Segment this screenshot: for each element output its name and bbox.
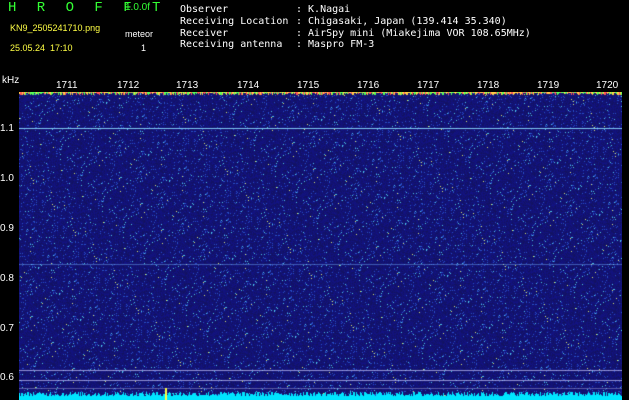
info-observer-label: Observer [180,4,229,15]
y-tick-0.9: 0.9 [0,223,14,234]
x-tick-1718: 1718 [477,80,500,91]
waterfall-canvas [19,92,622,400]
x-tick-1714: 1714 [237,80,260,91]
info-location-value: : Chigasaki, Japan (139.414 35.340) [296,16,507,27]
datetime-label: 25.05.24 17:10 [10,43,73,53]
info-antenna-value: : Maspro FM-3 [296,39,375,50]
version-label: 1.0.0f [125,2,151,13]
x-tick-1720: 1720 [596,80,619,91]
y-tick-0.6: 0.6 [0,372,14,383]
x-tick-1712: 1712 [117,80,140,91]
x-tick-1717: 1717 [417,80,440,91]
x-tick-1715: 1715 [297,80,320,91]
info-observer-value: : K.Nagai [296,4,351,15]
y-tick-0.8: 0.8 [0,273,14,284]
hroft-window: H R O F F T 1.0.0f KN9_2505241710.png me… [0,0,629,400]
y-tick-1.1: 1.1 [0,123,14,134]
x-tick-1719: 1719 [537,80,560,91]
waterfall-spectrogram [19,92,622,400]
filename-label: KN9_2505241710.png [10,23,101,33]
y-axis-unit: kHz [2,75,20,86]
meteor-label: meteor [125,29,154,39]
y-tick-1.0: 1.0 [0,173,14,184]
info-antenna-label: Receiving antenna [180,39,283,50]
y-tick-0.7: 0.7 [0,323,14,334]
info-location-label: Receiving Location [180,16,289,27]
x-tick-1711: 1711 [56,80,78,91]
x-tick-1716: 1716 [357,80,380,91]
meteor-count: 1 [141,43,147,53]
x-tick-1713: 1713 [176,80,199,91]
